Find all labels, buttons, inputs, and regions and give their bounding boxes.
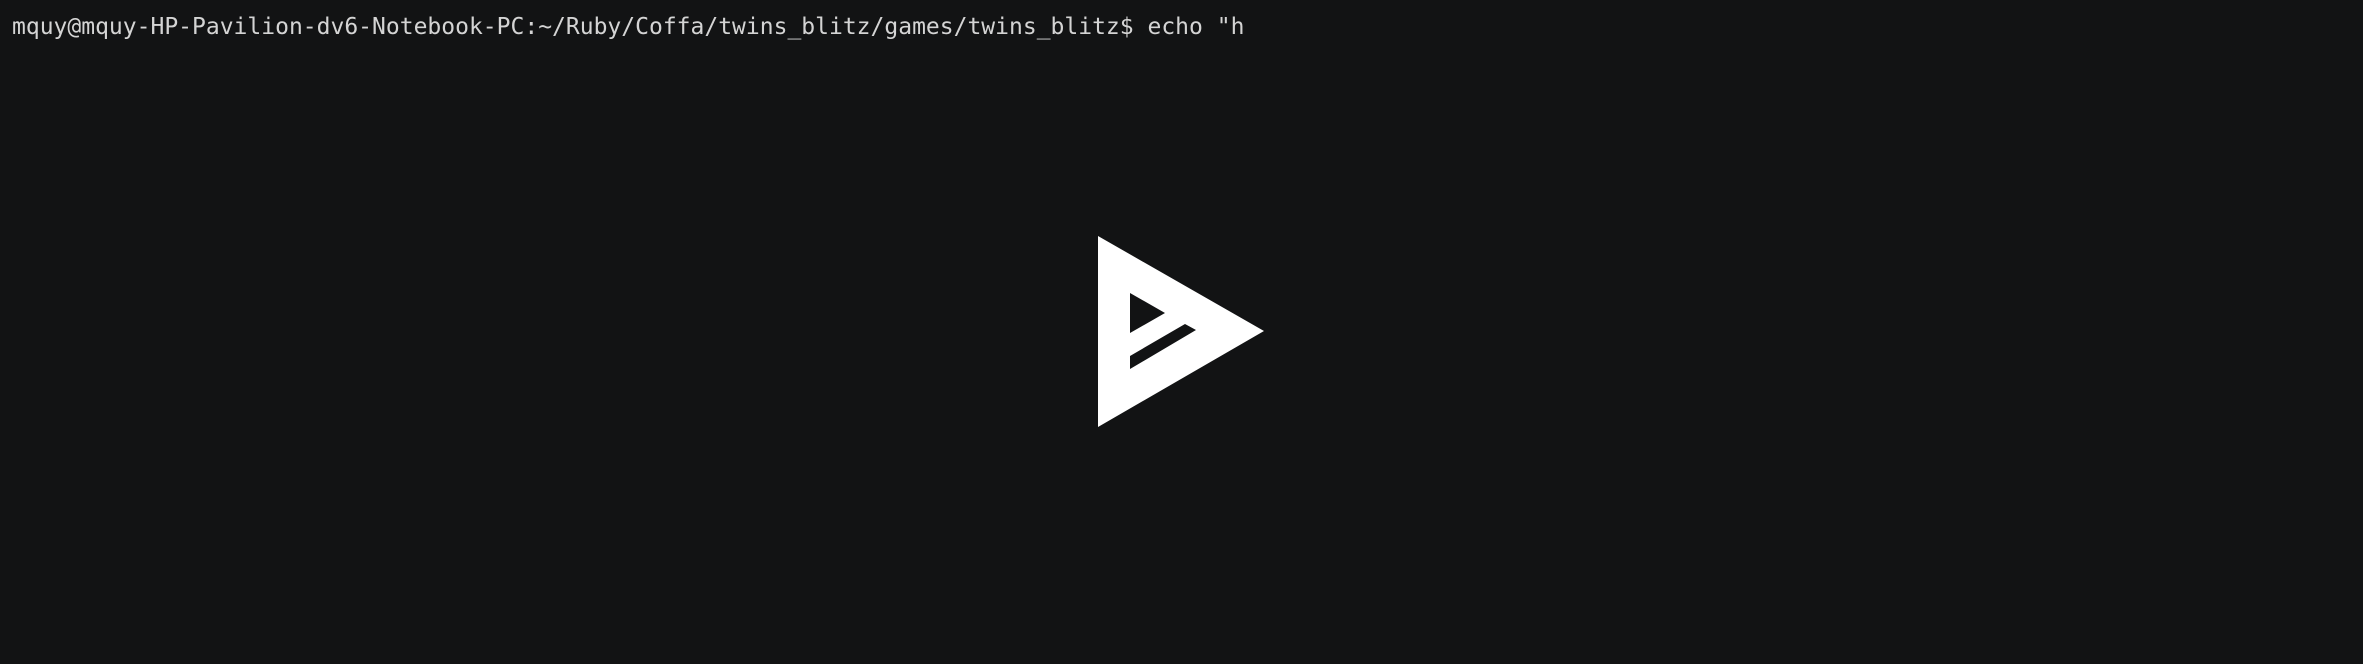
asciinema-play-icon: [1098, 236, 1264, 427]
terminal-recording-player[interactable]: mquy@mquy-HP-Pavilion-dv6-Notebook-PC:~/…: [0, 0, 2363, 664]
terminal-output-line: mquy@mquy-HP-Pavilion-dv6-Notebook-PC:~/…: [12, 10, 1244, 44]
terminal-prompt: mquy@mquy-HP-Pavilion-dv6-Notebook-PC:~/…: [12, 14, 1134, 40]
terminal-command: echo "h: [1147, 14, 1245, 40]
play-button[interactable]: [1095, 234, 1265, 430]
